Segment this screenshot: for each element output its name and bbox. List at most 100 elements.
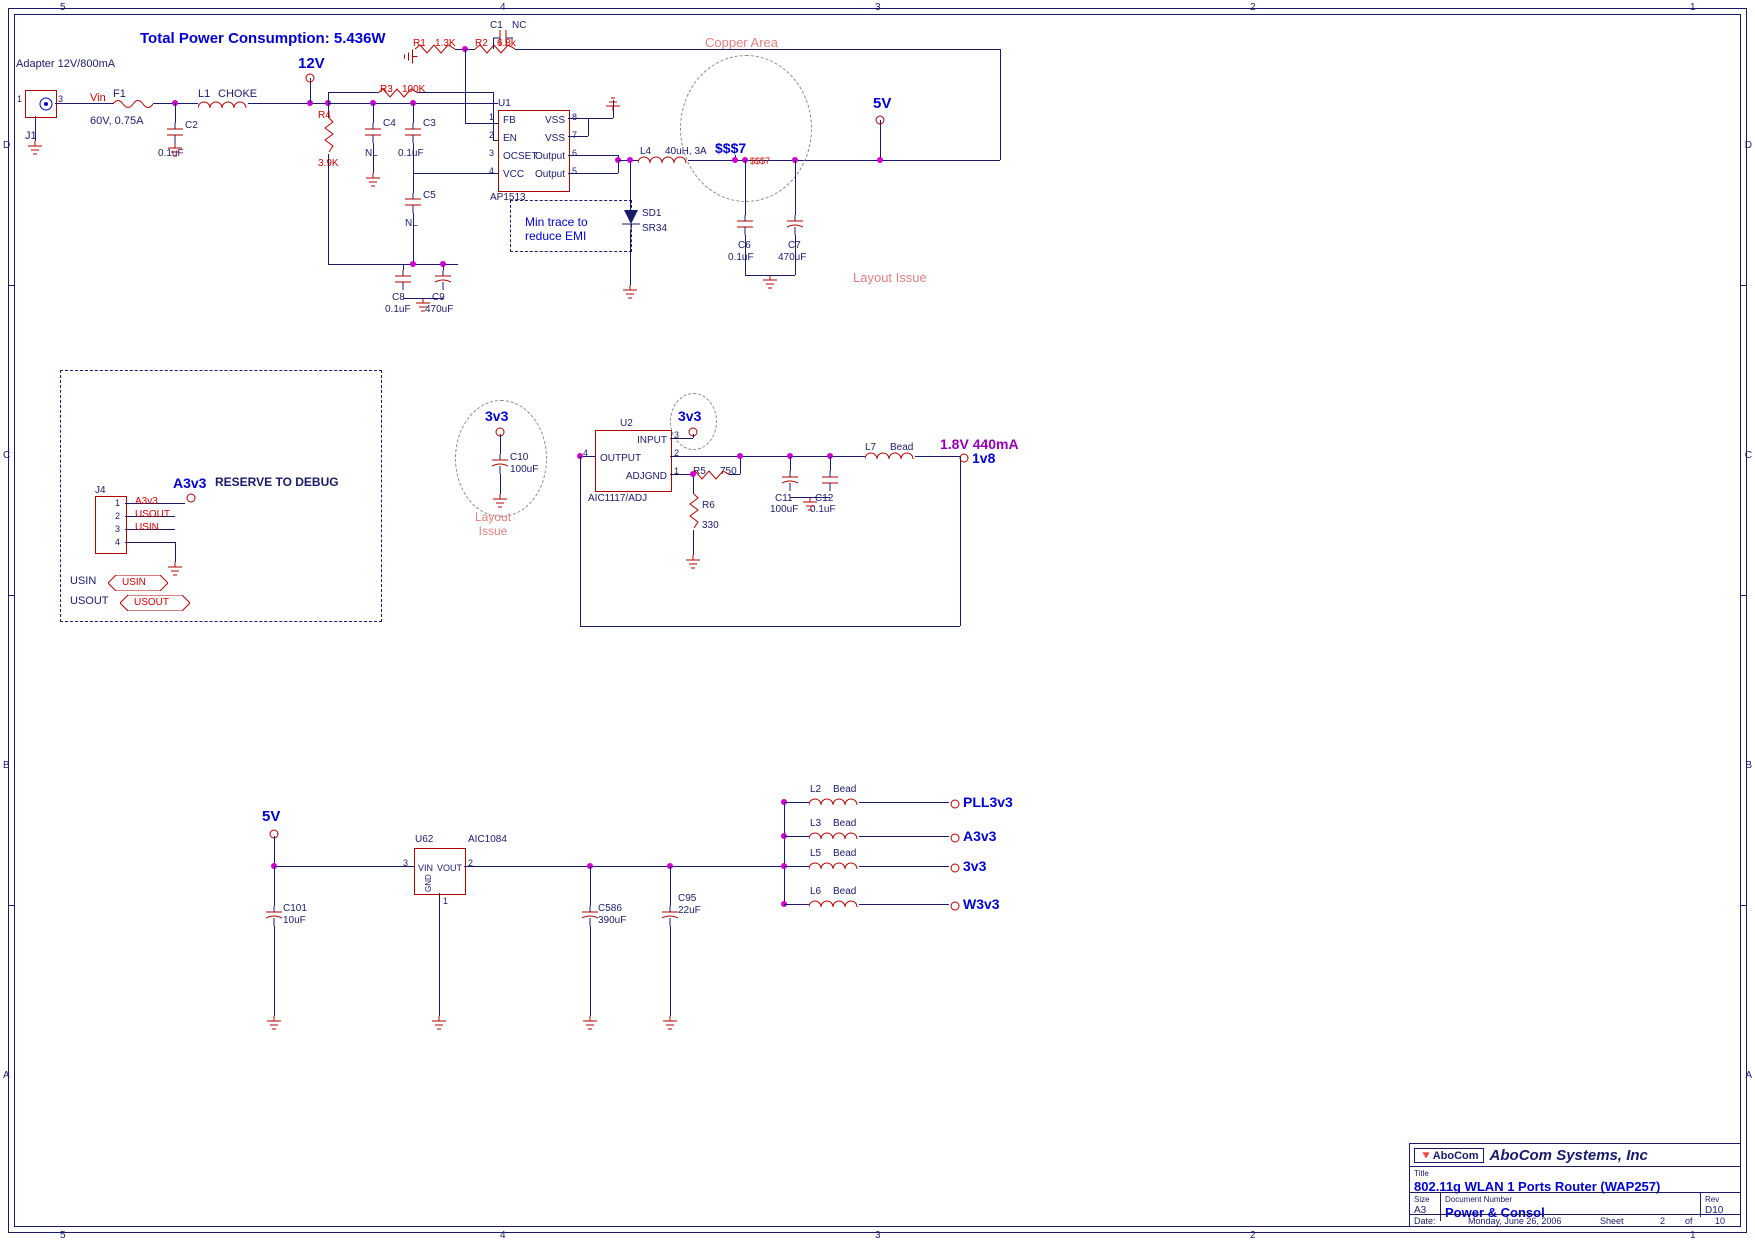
copper-ellipse — [680, 55, 812, 202]
val-L3: Bead — [833, 818, 856, 829]
val-SD1: SR34 — [642, 223, 667, 234]
sheet-b: 10 — [1715, 1216, 1725, 1226]
tick — [1741, 595, 1747, 596]
wire — [328, 92, 378, 93]
wire — [175, 103, 176, 123]
ref-L3: L3 — [810, 818, 821, 829]
date-lbl: Date: — [1414, 1216, 1436, 1226]
pin-VSS: VSS — [545, 115, 565, 126]
ruler-top-3: 3 — [875, 2, 881, 13]
val-U2: AIC1117/ADJ — [588, 493, 647, 504]
wire — [413, 103, 414, 123]
p3: USIN — [135, 522, 159, 533]
ruler-top-1: 1 — [1690, 2, 1696, 13]
wire — [274, 866, 275, 906]
emi-box — [510, 200, 632, 252]
wire — [784, 802, 809, 803]
schematic-sheet: 5 4 3 2 1 5 4 3 2 1 D C B A D C B A Tota… — [0, 0, 1755, 1241]
pin-GND: GND — [424, 874, 433, 892]
wire — [568, 173, 618, 174]
pn: 2 — [489, 130, 494, 140]
wire — [590, 866, 591, 906]
tick — [8, 905, 14, 906]
wire — [859, 836, 949, 837]
wire — [880, 160, 1000, 161]
pn: 1 — [443, 896, 448, 906]
val-C1: NC — [512, 20, 526, 31]
power-arrow-icon — [874, 112, 886, 130]
rail-sss7: $$$7 — [715, 140, 746, 156]
wire — [960, 456, 961, 626]
inductor-L2 — [809, 796, 859, 814]
gnd-icon — [581, 1016, 599, 1037]
power-arrow-icon — [949, 830, 961, 848]
val-L5: Bead — [833, 848, 856, 859]
wire — [730, 474, 740, 475]
ref-U62: U62 — [415, 834, 433, 845]
wire — [418, 92, 493, 93]
wire — [464, 866, 784, 867]
docnum-lbl: Document Number — [1445, 1195, 1512, 1204]
ref-R6: R6 — [702, 500, 715, 511]
wire — [274, 836, 275, 866]
ic-U62: VIN VOUT GND — [414, 848, 466, 895]
wire — [274, 926, 275, 1016]
ruler-top-4: 4 — [500, 2, 506, 13]
connector-J4 — [95, 496, 127, 554]
ruler-left-C: C — [3, 450, 10, 461]
fuse-F1 — [113, 99, 153, 109]
pin-Output: Output — [535, 169, 565, 180]
ruler-right-B: B — [1745, 760, 1752, 771]
tick — [8, 595, 14, 596]
rail-A3v3: A3v3 — [963, 828, 996, 844]
wire — [35, 116, 36, 141]
ic-U2: INPUT OUTPUT ADJGND — [595, 430, 672, 492]
pin-VSS: VSS — [545, 133, 565, 144]
rail-5V-b: 5V — [262, 808, 280, 825]
val-C7: 470uF — [778, 252, 806, 263]
wire — [493, 38, 494, 49]
val-C586: 390uF — [598, 915, 626, 926]
ruler-bot-4: 4 — [500, 1230, 506, 1241]
rail-A3v3-dbg: A3v3 — [173, 475, 206, 491]
note-copper: Copper Area — [705, 35, 778, 50]
wire — [413, 173, 498, 174]
pin-OUTPUT: OUTPUT — [600, 453, 641, 464]
gnd-icon — [661, 1016, 679, 1037]
wire — [745, 235, 746, 275]
ref-C11: C11 — [775, 493, 793, 504]
junction-dot — [737, 453, 743, 459]
gnd-icon — [26, 141, 44, 162]
gnd-icon — [761, 275, 779, 296]
inductor-L7 — [865, 450, 915, 468]
tick — [8, 285, 14, 286]
power-arrow-icon — [949, 860, 961, 878]
pn: 6 — [572, 148, 577, 158]
val-C101: 10uF — [283, 915, 306, 926]
ref-C95: C95 — [678, 893, 696, 904]
res-R5 — [690, 470, 730, 480]
wire — [403, 264, 404, 270]
wire — [693, 530, 694, 555]
ruler-top-5: 5 — [60, 2, 66, 13]
wire — [859, 802, 949, 803]
pin-VOUT: VOUT — [437, 863, 462, 873]
wire — [784, 866, 809, 867]
gnd-icon — [397, 48, 418, 66]
wire — [745, 160, 746, 215]
wire — [790, 456, 791, 471]
res-R4 — [324, 118, 334, 154]
ref-C2: C2 — [185, 120, 198, 131]
junction-dot — [690, 471, 696, 477]
ref-R4: R4 — [318, 110, 331, 121]
wire — [373, 103, 374, 123]
ruler-left-A: A — [3, 1070, 10, 1081]
gnd-icon — [166, 143, 184, 164]
gnd-icon — [684, 555, 702, 576]
val-F1: 60V, 0.75A — [90, 115, 143, 127]
wire — [693, 434, 694, 438]
size-lbl: Size — [1414, 1195, 1430, 1204]
wire — [830, 456, 831, 471]
pn: 3 — [489, 148, 494, 158]
wire — [693, 474, 694, 494]
